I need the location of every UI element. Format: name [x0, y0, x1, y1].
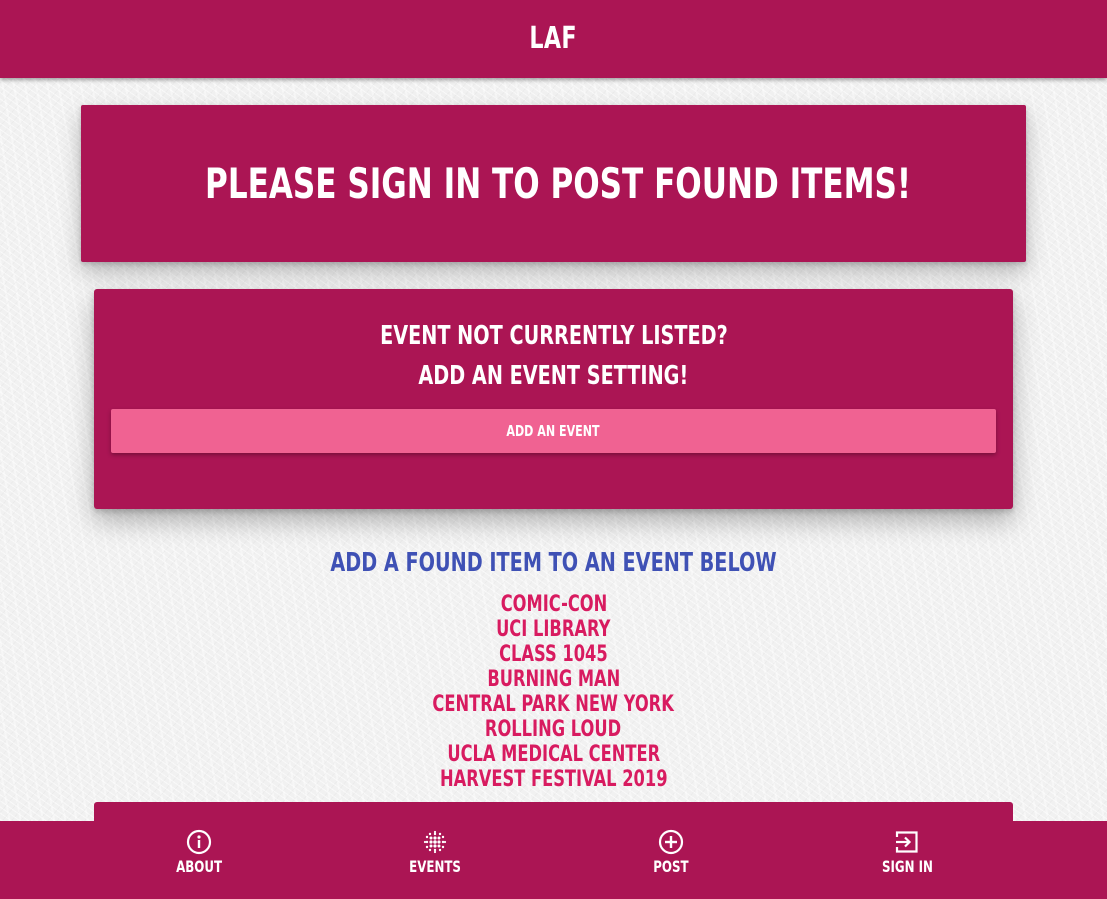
list-item: UCLA Medical Center — [0, 742, 1107, 767]
nav-item-sign-in-label: Sign in — [881, 857, 933, 876]
nav-item-post-label-wrap: Post — [601, 857, 741, 876]
event-link-harvest-festival-2019[interactable]: Harvest Festival 2019 — [440, 767, 668, 792]
list-item: UCI Library — [0, 617, 1107, 642]
add-event-button[interactable]: Add an event — [111, 409, 996, 453]
nav-item-sign-in[interactable]: Sign in — [837, 821, 977, 899]
nav-item-events[interactable]: Events — [365, 821, 505, 899]
signin-banner: Please sign in to post found items! — [81, 105, 1026, 262]
event-link-central-park-new-york[interactable]: Central Park New York — [433, 692, 674, 717]
list-item: Rolling Loud — [0, 717, 1107, 742]
event-not-listed-text: Event not currently listed? — [379, 321, 728, 351]
sign-in-icon — [895, 831, 918, 853]
found-items-heading: Add a found item to an event below — [0, 548, 1107, 578]
list-item: Burning Man — [0, 667, 1107, 692]
event-not-listed-text-row: Event not currently listed? — [94, 321, 1013, 351]
nav-item-post[interactable]: Post — [601, 821, 741, 899]
add-event-button-label: Add an event — [506, 422, 601, 440]
found-items-heading-text: Add a found item to an event below — [330, 548, 777, 578]
nav-item-post-label: Post — [653, 857, 689, 876]
info-icon — [186, 829, 212, 855]
events-dots-icon — [423, 830, 447, 854]
nav-item-about[interactable]: About — [129, 821, 269, 899]
list-item: Class 1045 — [0, 642, 1107, 667]
nav-item-events-label: Events — [409, 857, 461, 876]
event-link-class-1045[interactable]: Class 1045 — [499, 642, 608, 667]
event-link-comic-con[interactable]: Comic-Con — [500, 592, 607, 617]
event-link-uci-library[interactable]: UCI Library — [496, 617, 610, 642]
app-header: LAF — [0, 0, 1107, 78]
nav-item-about-label: About — [176, 857, 222, 876]
event-link-burning-man[interactable]: Burning Man — [487, 667, 620, 692]
event-link-ucla-medical-center[interactable]: UCLA Medical Center — [447, 742, 660, 767]
event-list: Comic-Con UCI Library Class 1045 Burning… — [0, 592, 1107, 792]
list-item: Harvest Festival 2019 — [0, 767, 1107, 792]
nav-item-events-label-wrap: Events — [365, 857, 505, 876]
add-event-setting-text: Add an event setting! — [418, 361, 689, 391]
signin-message: Please sign in to post found items! — [205, 159, 912, 208]
event-link-rolling-loud[interactable]: Rolling Loud — [485, 717, 621, 742]
list-item: Comic-Con — [0, 592, 1107, 617]
add-event-card: Event not currently listed? Add an event… — [94, 289, 1013, 509]
bottom-nav: About Events — [0, 821, 1107, 899]
nav-item-sign-in-label-wrap: Sign in — [837, 857, 977, 876]
app-title[interactable]: LAF — [530, 0, 578, 78]
add-event-setting-text-row: Add an event setting! — [94, 361, 1013, 391]
list-item: Central Park New York — [0, 692, 1107, 717]
nav-item-about-label-wrap: About — [129, 857, 269, 876]
add-circle-icon — [658, 829, 684, 855]
